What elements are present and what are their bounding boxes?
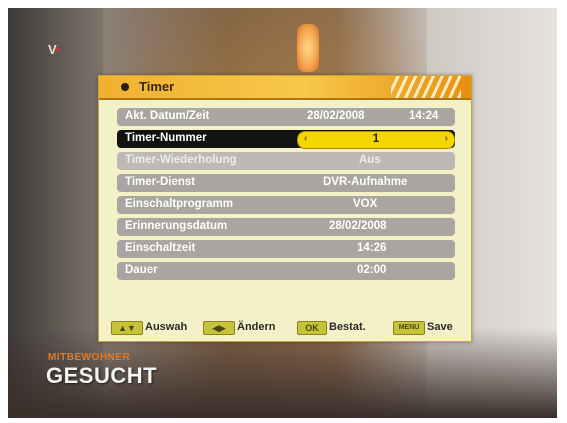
show-logo: MITBEWOHNER GESUCHT	[46, 352, 166, 394]
row-label: Dauer	[125, 264, 158, 276]
osd-header: Timer	[99, 76, 471, 100]
timer-repeat-value: Aus	[359, 154, 381, 166]
background-lamp	[297, 24, 319, 72]
chevron-right-icon[interactable]: ›	[445, 133, 448, 144]
row-wakeup-time[interactable]: Einschaltzeit 14:26	[117, 240, 455, 258]
updown-key-icon: ▲▼	[111, 321, 143, 335]
hint-change: ◀▶ Ändern	[203, 320, 276, 336]
row-label: Akt. Datum/Zeit	[125, 110, 210, 122]
row-reminder-date[interactable]: Erinnerungsdatum 28/02/2008	[117, 218, 455, 236]
wakeup-time-value: 14:26	[357, 242, 387, 254]
row-label: Einschaltzeit	[125, 242, 196, 254]
hint-label: Bestat.	[329, 321, 366, 333]
timer-number-value: 1	[372, 133, 380, 145]
row-duration[interactable]: Dauer 02:00	[117, 262, 455, 280]
osd-footer-hints: ▲▼ Auswah ◀▶ Ändern OK Bestat. MENU Save	[111, 320, 461, 336]
row-label: Timer-Dienst	[125, 176, 196, 188]
leftright-key-icon: ◀▶	[203, 321, 235, 335]
ok-key-icon: OK	[297, 321, 327, 335]
reminder-date-value: 28/02/2008	[329, 220, 387, 232]
osd-title: Timer	[139, 79, 175, 94]
timer-osd-panel: Timer Akt. Datum/Zeit 28/02/2008 14:24 T…	[98, 75, 472, 342]
row-label: Timer-Wiederholung	[125, 154, 237, 166]
hint-label: Ändern	[237, 321, 276, 333]
show-title: GESUCHT	[46, 363, 158, 388]
hint-select: ▲▼ Auswah	[111, 320, 187, 336]
row-timer-service[interactable]: Timer-Dienst DVR-Aufnahme	[117, 174, 455, 192]
hint-save: MENU Save	[393, 320, 453, 336]
channel-logo: V•	[48, 42, 66, 57]
show-subtitle: MITBEWOHNER	[48, 352, 131, 363]
row-label: Erinnerungsdatum	[125, 220, 228, 232]
duration-value: 02:00	[357, 264, 387, 276]
row-current-datetime: Akt. Datum/Zeit 28/02/2008 14:24	[117, 108, 455, 126]
hint-label: Save	[427, 321, 453, 333]
row-timer-number[interactable]: Timer-Nummer ‹ 1 ›	[117, 130, 455, 149]
row-label: Einschaltprogramm	[125, 198, 233, 210]
bullet-icon	[121, 83, 129, 91]
current-date: 28/02/2008	[307, 110, 365, 122]
current-time: 14:24	[409, 110, 439, 122]
hint-label: Auswah	[145, 321, 188, 333]
channel-logo-text: V	[48, 42, 57, 57]
menu-key-icon: MENU	[393, 321, 425, 335]
row-timer-repeat[interactable]: Timer-Wiederholung Aus	[117, 152, 455, 170]
hint-confirm: OK Bestat.	[297, 320, 366, 336]
row-wakeup-channel[interactable]: Einschaltprogramm VOX	[117, 196, 455, 214]
header-stripes-decoration	[391, 76, 461, 98]
row-label: Timer-Nummer	[125, 132, 207, 144]
channel-logo-dot: •	[55, 42, 60, 57]
timer-service-value: DVR-Aufnahme	[323, 176, 408, 188]
timer-number-spinner[interactable]: ‹ 1 ›	[297, 131, 455, 149]
wakeup-channel-value: VOX	[353, 198, 378, 210]
